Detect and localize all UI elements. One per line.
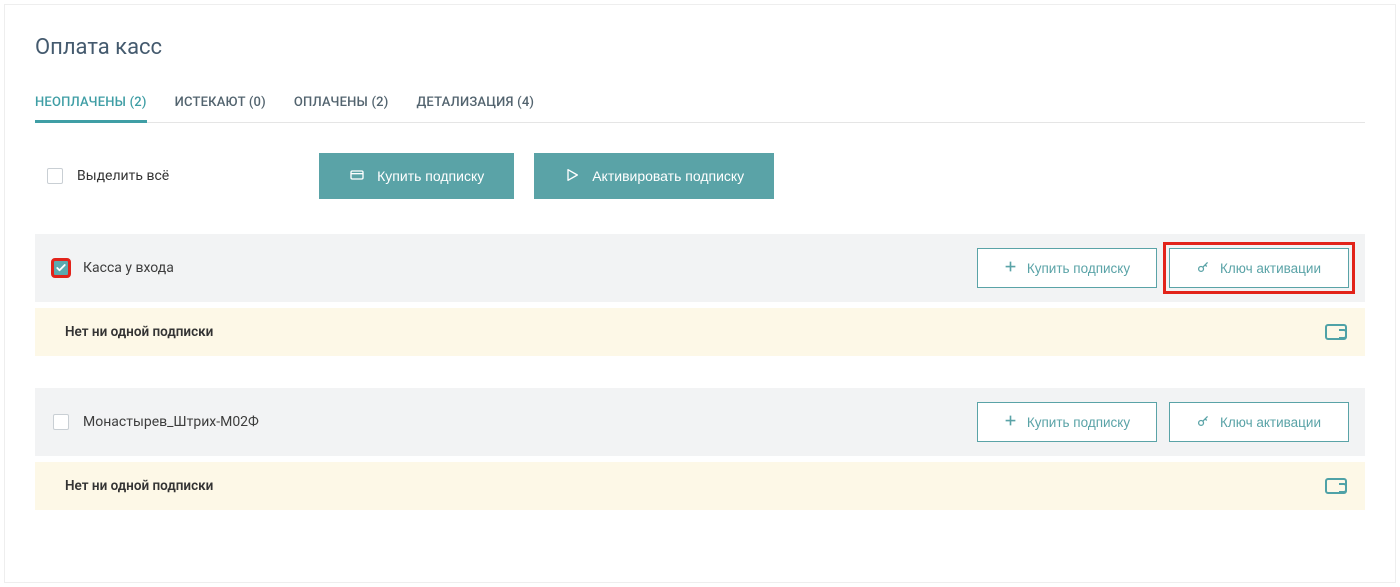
select-all-checkbox[interactable] xyxy=(47,168,63,184)
row-buy-label: Купить подписку xyxy=(1027,261,1130,276)
buy-subscription-button[interactable]: Купить подписку xyxy=(319,153,514,199)
play-icon xyxy=(564,167,580,186)
register-checkbox[interactable] xyxy=(53,260,69,276)
row-activation-key-button[interactable]: Ключ активации xyxy=(1169,402,1349,442)
tabs-bar: НЕОПЛАЧЕНЫ (2) ИСТЕКАЮТ (0) ОПЛАЧЕНЫ (2)… xyxy=(35,85,1365,123)
select-all-label: Выделить всё xyxy=(77,168,169,184)
cart-icon xyxy=(349,167,365,186)
row-buy-button[interactable]: Купить подписку xyxy=(977,248,1157,288)
key-icon xyxy=(1197,414,1210,430)
notice-text: Нет ни одной подписки xyxy=(65,478,213,494)
row-key-label: Ключ активации xyxy=(1220,261,1321,276)
register-name: Касса у входа xyxy=(83,260,174,276)
page-title: Оплата касс xyxy=(35,35,1365,60)
row-buy-label: Купить подписку xyxy=(1027,415,1130,430)
no-subscription-notice: Нет ни одной подписки xyxy=(35,462,1365,510)
row-key-label: Ключ активации xyxy=(1220,415,1321,430)
wallet-icon xyxy=(1325,324,1347,340)
tab-details[interactable]: ДЕТАЛИЗАЦИЯ (4) xyxy=(417,85,535,122)
no-subscription-notice: Нет ни одной подписки xyxy=(35,308,1365,356)
buy-subscription-label: Купить подписку xyxy=(377,168,484,184)
activate-subscription-label: Активировать подписку xyxy=(592,168,744,184)
plus-icon xyxy=(1004,414,1017,430)
wallet-icon xyxy=(1325,478,1347,494)
tab-expiring[interactable]: ИСТЕКАЮТ (0) xyxy=(175,85,266,122)
register-row: Касса у входа Купить подписку Ключ актив… xyxy=(35,234,1365,302)
activate-subscription-button[interactable]: Активировать подписку xyxy=(534,153,774,199)
row-buy-button[interactable]: Купить подписку xyxy=(977,402,1157,442)
tab-unpaid[interactable]: НЕОПЛАЧЕНЫ (2) xyxy=(35,85,147,123)
tab-paid[interactable]: ОПЛАЧЕНЫ (2) xyxy=(294,85,389,122)
key-icon xyxy=(1197,260,1210,276)
register-checkbox[interactable] xyxy=(53,414,69,430)
row-activation-key-button[interactable]: Ключ активации xyxy=(1169,248,1349,288)
register-name: Монастырев_Штрих-М02Ф xyxy=(83,414,259,430)
notice-text: Нет ни одной подписки xyxy=(65,324,213,340)
select-all[interactable]: Выделить всё xyxy=(47,168,169,184)
toolbar: Выделить всё Купить подписку Активироват… xyxy=(35,153,1365,199)
register-row: Монастырев_Штрих-М02Ф Купить подписку Кл… xyxy=(35,388,1365,456)
plus-icon xyxy=(1004,260,1017,276)
